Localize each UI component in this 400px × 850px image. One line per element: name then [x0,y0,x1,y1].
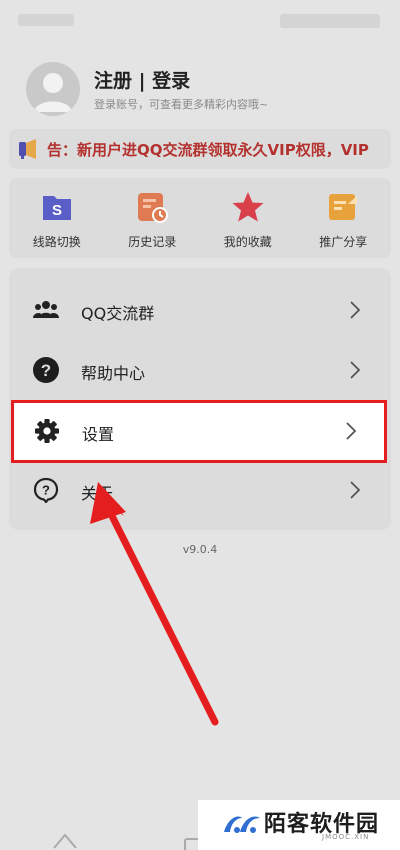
status-bar-left [18,14,74,26]
notice-banner[interactable]: 告：新用户进QQ交流群领取永久VIP权限，VIP [9,129,391,169]
megaphone-icon [19,139,36,159]
login-register-link[interactable]: 注册 | 登录 [94,66,190,93]
menu-item-help-center[interactable]: ? 帮助中心 [9,340,391,400]
group-icon [33,301,59,318]
menu-label: QQ交流群 [81,304,155,323]
quick-label: 推广分享 [319,235,368,249]
about-icon: ? [33,477,59,503]
menu-label: 关于 [81,484,114,503]
help-icon: ? [33,357,59,383]
chevron-right-icon [350,481,361,499]
watermark-logo-icon [224,816,260,833]
menu-item-qq-group[interactable]: QQ交流群 [9,280,391,340]
quick-history[interactable]: 历史记录 [105,178,201,258]
svg-text:S: S [52,202,62,219]
menu-label: 帮助中心 [81,364,146,383]
chevron-right-icon [350,361,361,379]
menu-item-settings[interactable]: 设置 [11,400,387,463]
watermark: 陌客软件园 JMOOC.XIN [198,800,400,850]
route-switch-icon: S [42,196,71,220]
quick-label: 我的收藏 [223,235,272,249]
quick-favorites[interactable]: 我的收藏 [200,178,296,258]
profile-header[interactable]: 注册 | 登录 登录账号，可查看更多精彩内容哦~ [26,60,386,120]
status-bar-right [280,14,380,28]
quick-route-switch[interactable]: S 线路切换 [9,178,105,258]
menu-label: 设置 [82,425,115,444]
quick-label: 历史记录 [128,235,177,249]
share-icon [329,194,358,220]
gear-icon [35,419,59,443]
menu-item-about[interactable]: ? 关于 [9,460,391,520]
login-hint: 登录账号，可查看更多精彩内容哦~ [94,98,269,111]
home-tab-icon[interactable] [52,832,78,850]
star-icon [232,192,264,222]
chevron-right-icon [350,301,361,319]
history-icon [138,193,169,223]
user-avatar-icon[interactable] [26,62,80,116]
notice-text: 告：新用户进QQ交流群领取永久VIP权限，VIP [47,141,369,159]
quick-label: 线路切换 [32,235,81,249]
settings-menu: QQ交流群 ? 帮助中心 ? 关于 [9,268,391,530]
app-version: v9.0.4 [182,543,218,556]
svg-text:?: ? [41,361,51,380]
quick-share[interactable]: 推广分享 [296,178,392,258]
watermark-sub: JMOOC.XIN [322,833,370,841]
chevron-right-icon [346,422,357,440]
quick-actions: S 线路切换 历史记录 我的收藏 推广分享 [9,178,391,258]
svg-text:?: ? [42,483,50,498]
